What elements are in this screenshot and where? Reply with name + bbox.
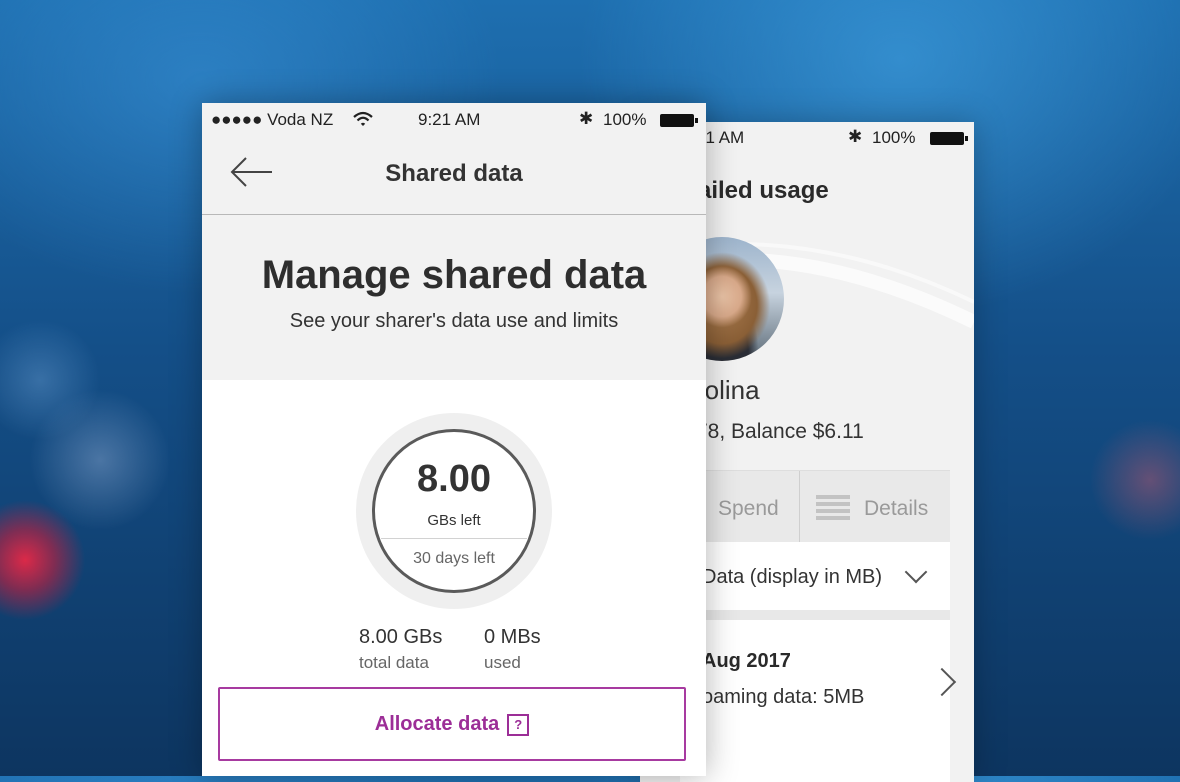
total-data-label: total data: [359, 653, 429, 672]
total-data-value: 8.00 GBs: [359, 626, 443, 648]
bluetooth-icon: ✱: [848, 127, 863, 146]
wifi-icon: [353, 111, 373, 126]
total-data-stat: 8.00 GBs total data: [359, 626, 442, 673]
usage-tabs: Spend Details: [680, 470, 950, 544]
gauge-ring: 8.00 GBs left 30 days left: [372, 429, 536, 593]
used-data-label: used: [484, 653, 521, 672]
divider: [680, 610, 950, 620]
status-time: 9:21 AM: [418, 110, 481, 129]
battery-icon: [660, 114, 698, 127]
days-left: 30 days left: [413, 550, 495, 567]
data-summary: 8.00 GBs left 30 days left 8.00 GBs tota…: [202, 380, 706, 776]
data-left-value: 8.00: [417, 458, 491, 500]
tab-spend[interactable]: Spend: [718, 497, 779, 521]
battery-percent: 100%: [603, 110, 647, 129]
entry-detail: oaming data: 5MB: [702, 686, 865, 708]
data-left-unit: GBs left: [427, 512, 481, 529]
page-title: Shared data: [385, 160, 523, 187]
entry-date: Aug 2017: [702, 650, 791, 672]
page-title: ailed usage: [698, 177, 829, 204]
status-bar: ●●●●● Voda NZ 9:21 AM ✱ 100%: [202, 108, 706, 130]
carrier-signal: ●●●●● Voda NZ: [211, 110, 334, 129]
nav-bar: Shared data: [202, 138, 706, 215]
allocate-data-button[interactable]: Allocate data?: [218, 687, 686, 761]
used-data-stat: 0 MBs used: [484, 626, 541, 673]
bluetooth-icon: ✱: [579, 109, 594, 128]
list-item[interactable]: Aug 2017 oaming data: 5MB: [680, 620, 957, 782]
chevron-down-icon: [904, 560, 928, 584]
data-filter-dropdown[interactable]: Data (display in MB): [680, 542, 950, 610]
help-icon[interactable]: ?: [507, 713, 530, 736]
battery-percent: 100%: [872, 128, 916, 147]
hero-subtitle: See your sharer's data use and limits: [289, 310, 619, 332]
data-remaining-gauge: 8.00 GBs left 30 days left: [356, 413, 552, 609]
filter-label: Data (display in MB): [702, 566, 883, 588]
shared-data-screen: ●●●●● Voda NZ 9:21 AM ✱ 100% Shared data…: [202, 103, 706, 776]
allocate-data-label: Allocate data: [374, 713, 500, 735]
used-data-value: 0 MBs: [484, 626, 541, 648]
list-icon[interactable]: [816, 493, 850, 523]
tab-details[interactable]: Details: [864, 497, 928, 521]
hero-title: Manage shared data: [261, 253, 647, 297]
profile-balance: 78, Balance $6.11: [696, 420, 864, 443]
chevron-right-icon: [927, 667, 957, 697]
battery-icon: [930, 132, 968, 145]
tab-divider: [799, 471, 800, 543]
gauge-divider: [381, 538, 527, 539]
